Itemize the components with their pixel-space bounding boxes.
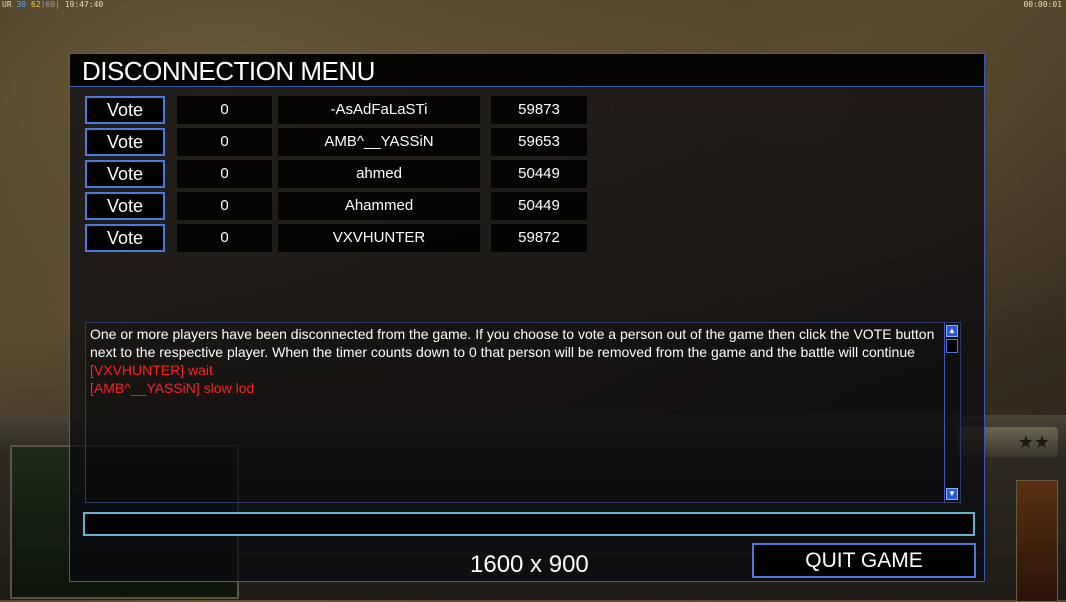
scroll-up-arrow-icon[interactable]: ▲ (946, 325, 958, 337)
hud-fps-b: 62 (30, 0, 41, 9)
player-name: ahmed (278, 160, 480, 188)
chat-log[interactable]: One or more players have been disconnect… (85, 322, 961, 503)
vote-count: 0 (177, 96, 272, 124)
player-name: Ahammed (278, 192, 480, 220)
player-ping: 50449 (491, 160, 587, 188)
vote-button[interactable]: Vote (85, 96, 165, 124)
vote-button[interactable]: Vote (85, 128, 165, 156)
vote-button[interactable]: Vote (85, 224, 165, 252)
scroll-thumb[interactable] (946, 339, 958, 353)
player-ping: 50449 (491, 192, 587, 220)
chat-scrollbar[interactable]: ▲ ▼ (944, 323, 960, 502)
player-name: AMB^__YASSiN (278, 128, 480, 156)
chat-input[interactable] (83, 512, 975, 536)
resolution-label: 1600 x 900 (470, 551, 589, 578)
hud-prefix: UR (2, 0, 12, 9)
vote-count: 0 (177, 160, 272, 188)
disconnection-dialog: DISCONNECTION MENU Vote 0 -AsAdFaLaSTi 5… (69, 53, 985, 582)
player-name: -AsAdFaLaSTi (278, 96, 480, 124)
info-message: One or more players have been disconnect… (90, 326, 935, 360)
power-meter (1016, 480, 1058, 602)
vote-button[interactable]: Vote (85, 160, 165, 188)
player-ping: 59873 (491, 96, 587, 124)
player-name: VXVHUNTER (278, 224, 480, 252)
hud-clock: 19:47:40 (64, 0, 104, 9)
hud-fps-c: 60 (45, 0, 56, 9)
vote-count: 0 (177, 192, 272, 220)
chat-message: [VXVHUNTER] wait (90, 362, 213, 378)
vote-button[interactable]: Vote (85, 192, 165, 220)
scroll-down-arrow-icon[interactable]: ▼ (946, 488, 958, 500)
dialog-title: DISCONNECTION MENU (82, 56, 375, 86)
player-ping: 59872 (491, 224, 587, 252)
chat-text: One or more players have been disconnect… (90, 325, 956, 397)
vote-count: 0 (177, 128, 272, 156)
player-ping: 59653 (491, 128, 587, 156)
chat-message: [AMB^__YASSiN] slow lod (90, 380, 255, 396)
hud-fps-clock: UR 30 62|60| 19:47:40 (2, 0, 104, 9)
hud-fps-a: 30 (16, 0, 27, 9)
quit-game-button[interactable]: QUIT GAME (752, 543, 976, 578)
vote-count: 0 (177, 224, 272, 252)
dialog-title-bar: DISCONNECTION MENU (70, 54, 984, 87)
hud-game-timer: 00:00:01 (1023, 0, 1062, 9)
